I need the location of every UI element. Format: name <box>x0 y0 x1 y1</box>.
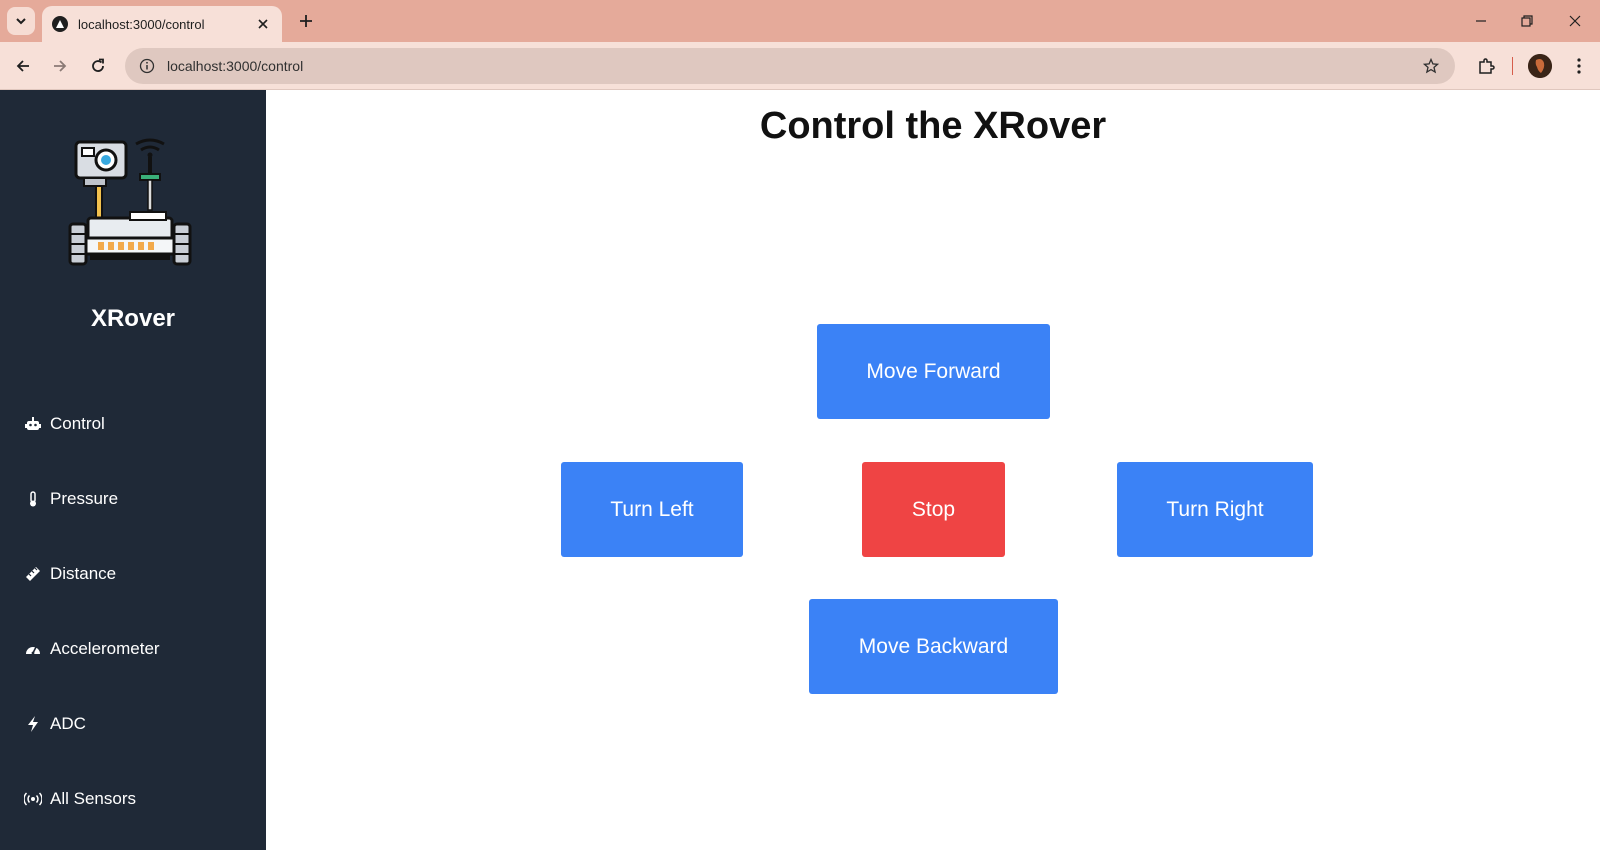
sidebar-item-label: Distance <box>50 564 117 583</box>
profile-avatar[interactable] <box>1528 54 1552 78</box>
sidebar-item-label: Accelerometer <box>50 639 160 658</box>
browser-toolbar <box>0 42 1600 90</box>
reload-button[interactable] <box>84 52 112 80</box>
page-title: Control the XRover <box>759 105 1107 147</box>
ruler-icon <box>24 565 42 583</box>
close-icon <box>1569 15 1581 27</box>
browser-tabstrip: localhost:3000/control <box>0 0 1600 42</box>
restore-icon <box>1521 15 1533 27</box>
extensions-button[interactable] <box>1472 52 1500 80</box>
broadcast-icon <box>24 790 42 808</box>
bolt-icon <box>24 715 42 733</box>
stop-button[interactable]: Stop <box>862 462 1005 557</box>
thermometer-icon <box>24 490 42 508</box>
arrow-right-icon <box>54 60 67 72</box>
sidebar-item-control[interactable]: Control <box>0 402 266 446</box>
bookmark-star-icon[interactable] <box>1419 54 1443 78</box>
turn-right-button[interactable]: Turn Right <box>1117 462 1313 557</box>
kebab-menu-icon <box>1577 58 1581 74</box>
sidebar-item-all-sensors[interactable]: All Sensors <box>0 777 266 821</box>
site-info-icon[interactable] <box>137 56 157 76</box>
restore-button[interactable] <box>1512 6 1542 36</box>
gauge-icon <box>24 640 42 658</box>
puzzle-icon <box>1479 58 1495 74</box>
sidebar: XRover Control Pressure Distance Acceler… <box>0 90 266 850</box>
toolbar-divider <box>1512 57 1513 75</box>
arrow-left-icon <box>16 60 29 72</box>
forward-button[interactable] <box>46 52 74 80</box>
browser-tab[interactable]: localhost:3000/control <box>42 6 282 42</box>
move-forward-button[interactable]: Move Forward <box>817 324 1050 419</box>
brand-name: XRover <box>90 305 176 332</box>
page-content: XRover Control Pressure Distance Acceler… <box>0 90 1600 850</box>
minimize-button[interactable] <box>1466 6 1496 36</box>
tab-search-button[interactable] <box>7 7 35 35</box>
favicon-icon <box>52 16 68 32</box>
sidebar-item-distance[interactable]: Distance <box>0 552 266 596</box>
main-content: Control the XRover Move Forward Turn Lef… <box>266 90 1600 850</box>
sidebar-item-label: All Sensors <box>50 789 136 808</box>
sidebar-item-pressure[interactable]: Pressure <box>0 477 266 521</box>
sidebar-item-label: Control <box>50 414 105 433</box>
chevron-down-icon <box>16 18 26 25</box>
minimize-icon <box>1476 20 1486 22</box>
robot-icon <box>24 415 42 433</box>
close-window-button[interactable] <box>1560 6 1590 36</box>
sidebar-item-adc[interactable]: ADC <box>0 702 266 746</box>
close-tab-icon[interactable] <box>254 15 272 33</box>
turn-left-button[interactable]: Turn Left <box>561 462 743 557</box>
sidebar-item-accelerometer[interactable]: Accelerometer <box>0 627 266 671</box>
sidebar-item-label: Pressure <box>50 489 119 508</box>
address-bar[interactable] <box>125 48 1455 84</box>
move-backward-button[interactable]: Move Backward <box>809 599 1058 694</box>
menu-button[interactable] <box>1565 52 1593 80</box>
sidebar-item-label: ADC <box>50 714 86 733</box>
rover-logo-icon <box>60 130 200 270</box>
tab-title: localhost:3000/control <box>78 16 205 32</box>
plus-icon <box>300 15 312 27</box>
reload-icon <box>92 58 104 72</box>
new-tab-button[interactable] <box>294 9 318 33</box>
url-input[interactable] <box>167 58 1419 74</box>
back-button[interactable] <box>9 52 37 80</box>
